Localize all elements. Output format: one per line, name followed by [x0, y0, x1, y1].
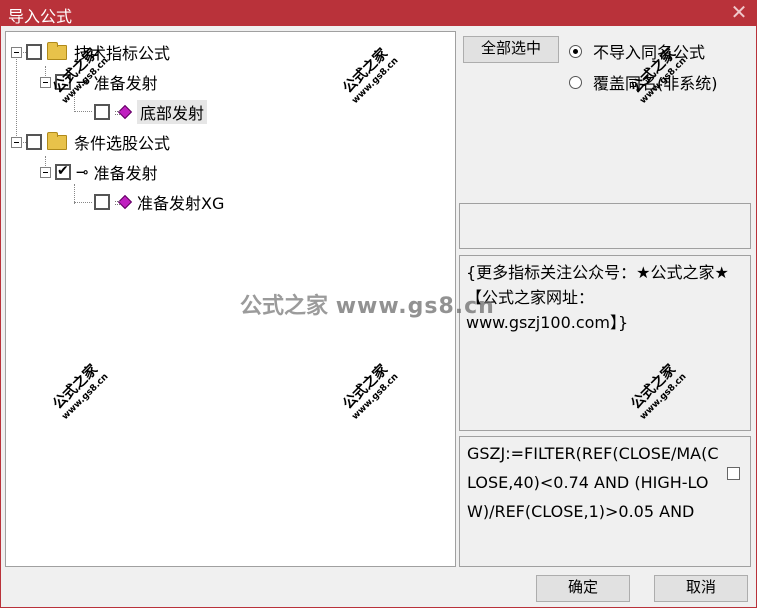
- key-icon: ⊸: [76, 73, 89, 91]
- folder-icon: [47, 41, 67, 60]
- tree-node-label: 条件选股公式: [74, 134, 171, 153]
- window-title: 导入公式: [8, 7, 73, 26]
- tree-node-zhunbei-1[interactable]: ⊸ 准备发射: [40, 68, 158, 96]
- node-checkbox[interactable]: [94, 104, 110, 120]
- tree-node-label: 技术指标公式: [74, 44, 171, 63]
- key-icon: ⊸: [76, 163, 89, 181]
- description-text: {更多指标关注公众号：★公式之家★ 【公式之家网址：www.gszj100.co…: [466, 263, 729, 332]
- tree-node-stock-select[interactable]: 条件选股公式: [11, 128, 170, 156]
- description-box: {更多指标关注公众号：★公式之家★ 【公式之家网址：www.gszj100.co…: [459, 255, 751, 431]
- tree-node-label: 底部发射: [137, 100, 208, 124]
- collapse-icon[interactable]: [40, 76, 51, 88]
- radio-label: 覆盖同名(非系统): [593, 74, 718, 93]
- tree-node-label: 准备发射: [93, 164, 158, 183]
- node-checkbox[interactable]: [55, 163, 71, 180]
- gem-icon: [115, 105, 131, 119]
- ok-button[interactable]: 确定: [536, 575, 630, 602]
- node-checkbox[interactable]: [26, 134, 42, 150]
- info-box: [459, 203, 751, 249]
- radio-no-import[interactable]: 不导入同名公式: [569, 39, 705, 63]
- formula-text: GSZJ:=FILTER(REF(CLOSE/MA(CLOSE,40)<0.74…: [467, 444, 719, 521]
- node-checkbox[interactable]: [94, 194, 110, 210]
- select-all-button[interactable]: 全部选中: [463, 36, 559, 63]
- cancel-button[interactable]: 取消: [654, 575, 748, 602]
- tree-node-zhunbei-2[interactable]: ⊸ 准备发射: [40, 158, 158, 186]
- radio-overwrite[interactable]: 覆盖同名(非系统): [569, 70, 718, 94]
- tree-node-tech-indicators[interactable]: 技术指标公式: [11, 38, 170, 66]
- tree-node-zhunbei-xg[interactable]: 准备发射XG: [94, 188, 224, 216]
- radio-label: 不导入同名公式: [593, 43, 706, 62]
- tree-node-label: 准备发射: [93, 74, 158, 93]
- formula-tree: 技术指标公式 ⊸ 准备发射 底部发射 条件选股公式 ⊸ 准备发射 准备发射XG: [5, 31, 456, 567]
- node-checkbox[interactable]: [26, 44, 42, 60]
- collapse-icon[interactable]: [11, 46, 22, 58]
- collapse-icon[interactable]: [40, 166, 51, 178]
- close-icon[interactable]: ✕: [729, 0, 749, 24]
- folder-icon: [47, 131, 67, 150]
- formula-box[interactable]: GSZJ:=FILTER(REF(CLOSE/MA(CLOSE,40)<0.74…: [459, 436, 751, 567]
- tree-node-label: 准备发射XG: [137, 194, 225, 213]
- title-bar: 导入公式 ✕: [0, 0, 757, 26]
- formula-checkbox[interactable]: [727, 467, 740, 480]
- radio-button[interactable]: [569, 75, 582, 89]
- gem-icon: [115, 195, 131, 209]
- tree-node-dibu[interactable]: 底部发射: [94, 98, 208, 126]
- collapse-icon[interactable]: [11, 136, 22, 148]
- node-checkbox[interactable]: [55, 74, 71, 90]
- radio-button[interactable]: [569, 44, 582, 58]
